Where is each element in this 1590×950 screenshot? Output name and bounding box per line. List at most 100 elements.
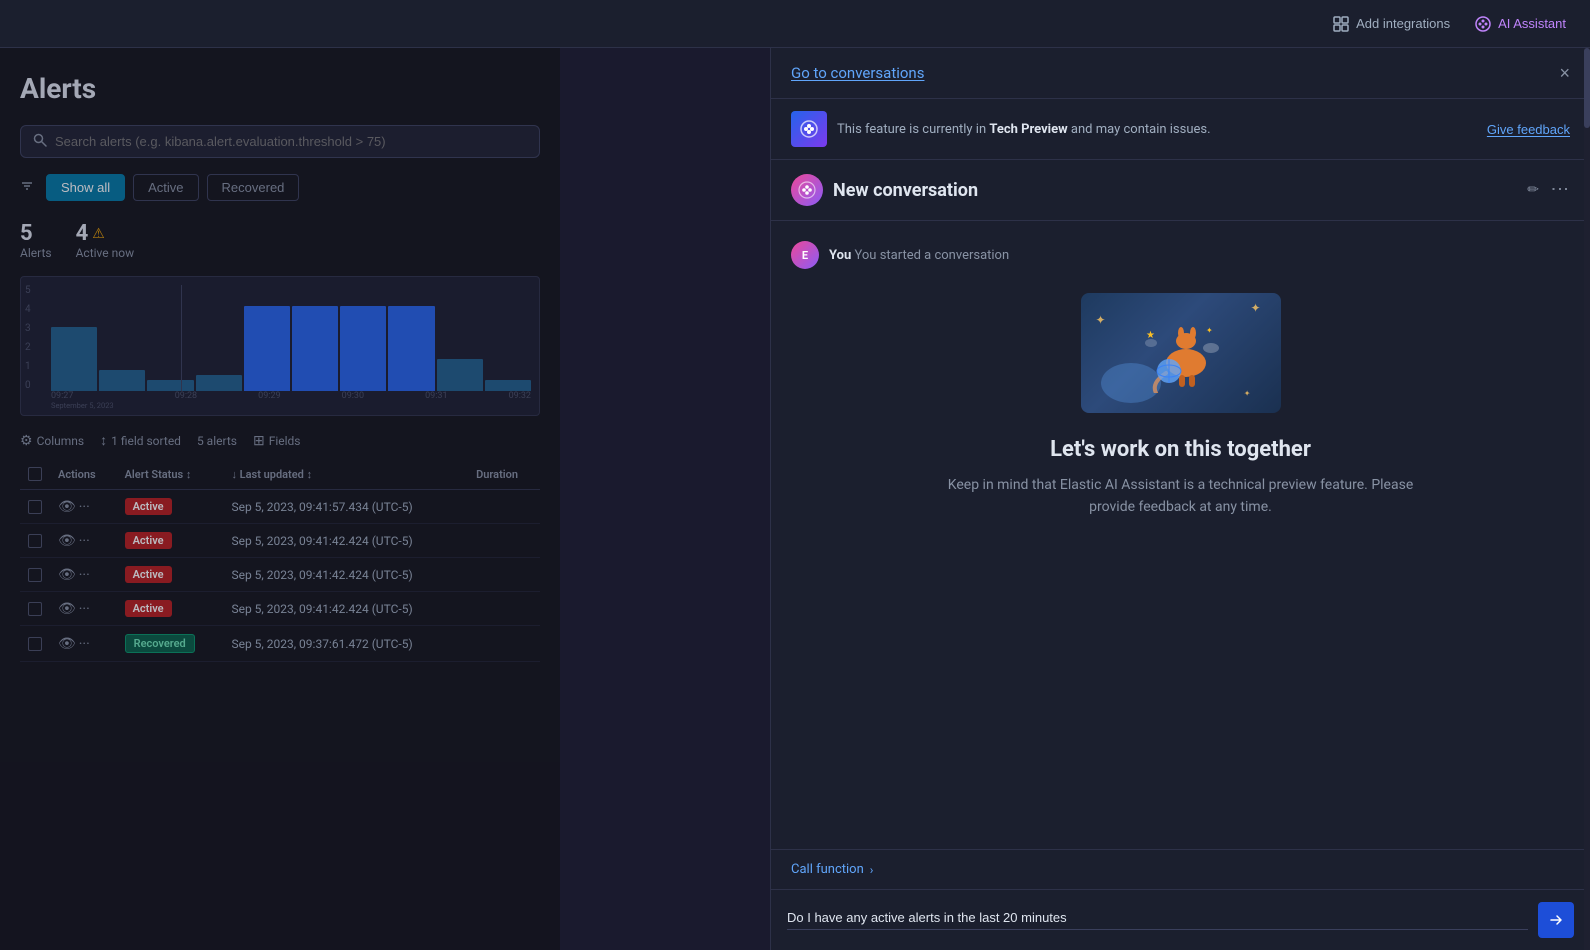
add-integrations-button[interactable]: Add integrations (1332, 15, 1450, 33)
eye-icon[interactable]: 👁 (58, 636, 76, 652)
chart-area: 543210 09:27September 5, 2023 09:2809:29… (20, 276, 540, 416)
tech-preview-banner: This feature is currently in Tech Previe… (771, 99, 1590, 160)
chart-x-labels: 09:27September 5, 2023 09:2809:2909:3009… (51, 391, 531, 411)
chart-bar (147, 380, 193, 391)
call-function-label: Call function (791, 862, 864, 877)
eye-icon[interactable]: 👁 (58, 601, 76, 617)
columns-control[interactable]: ⚙ Columns (20, 433, 84, 449)
alerts-main: Alerts Show all Active Recovered 5 Alert… (0, 48, 560, 950)
last-updated: Sep 5, 2023, 09:41:42.424 (UTC-5) (223, 524, 468, 558)
row-checkbox[interactable] (28, 637, 42, 651)
chart-bar-active (244, 306, 290, 391)
menu-icon[interactable]: ··· (79, 636, 90, 652)
search-bar[interactable] (20, 125, 540, 158)
eye-icon[interactable]: 👁 (58, 567, 76, 583)
warning-icon: ⚠ (92, 226, 105, 242)
search-input[interactable] (55, 134, 527, 149)
last-updated: Sep 5, 2023, 09:41:57.434 (UTC-5) (223, 490, 468, 524)
chat-input-row (771, 890, 1590, 950)
edit-icon[interactable]: ✏ (1527, 182, 1539, 198)
total-alerts-stat: 5 Alerts (20, 221, 52, 260)
banner-text: This feature is currently in Tech Previe… (837, 122, 1211, 137)
add-integrations-label: Add integrations (1356, 16, 1450, 31)
page-title: Alerts (20, 72, 540, 105)
tab-recovered[interactable]: Recovered (207, 174, 300, 201)
columns-icon: ⚙ (20, 433, 33, 449)
eye-icon[interactable]: 👁 (58, 533, 76, 549)
chat-input[interactable] (787, 910, 1528, 930)
row-checkbox[interactable] (28, 500, 42, 514)
col-status: Alert Status ↕ (117, 459, 224, 490)
total-count: 5 (20, 221, 52, 246)
row-checkbox[interactable] (28, 534, 42, 548)
menu-icon[interactable]: ··· (79, 567, 90, 583)
sort-control[interactable]: ↕ 1 field sorted (100, 432, 181, 449)
more-options-icon[interactable]: ⋮ (1549, 180, 1570, 200)
fields-control[interactable]: ⊞ Fields (253, 433, 301, 449)
last-updated: Sep 5, 2023, 09:41:42.424 (UTC-5) (223, 592, 468, 626)
menu-icon[interactable]: ··· (79, 601, 90, 617)
call-function-row[interactable]: Call function › (771, 850, 1590, 890)
welcome-illustration: ✦ ✦ ✦ ★ (1081, 293, 1281, 413)
active-count: 4 (76, 221, 89, 246)
ai-assistant-label: AI Assistant (1498, 16, 1566, 31)
ai-panel: Go to conversations × This feature is cu… (770, 48, 1590, 950)
tab-active[interactable]: Active (133, 174, 198, 201)
chart-bar-active (340, 306, 386, 391)
table-row: 👁 ··· Recovered Sep 5, 2023, 09:37:61.47… (20, 626, 540, 662)
ai-assistant-button[interactable]: AI Assistant (1474, 15, 1566, 33)
panel-content: E You You started a conversation ✦ ✦ ✦ (771, 221, 1590, 849)
table-row: 👁 ··· Active Sep 5, 2023, 09:41:42.424 (… (20, 524, 540, 558)
row-checkbox[interactable] (28, 602, 42, 616)
scroll-thumb[interactable] (1584, 48, 1590, 128)
table-controls: ⚙ Columns ↕ 1 field sorted 5 alerts ⊞ Fi… (20, 432, 540, 449)
star-decoration: ✦ (1244, 389, 1251, 398)
banner-content: This feature is currently in Tech Previe… (791, 111, 1211, 147)
banner-icon (791, 111, 827, 147)
table-row: 👁 ··· Active Sep 5, 2023, 09:41:42.424 (… (20, 592, 540, 626)
col-duration: Duration (468, 459, 540, 490)
chart-bar (196, 375, 242, 391)
last-updated: Sep 5, 2023, 09:37:61.472 (UTC-5) (223, 626, 468, 662)
chart-bar-active (388, 306, 434, 391)
tab-show-all[interactable]: Show all (46, 174, 125, 201)
close-button[interactable]: × (1559, 64, 1570, 82)
chevron-right-icon: › (870, 863, 874, 877)
last-updated: Sep 5, 2023, 09:41:42.424 (UTC-5) (223, 558, 468, 592)
go-to-conversations-link[interactable]: Go to conversations (791, 64, 924, 82)
alerts-count: 5 alerts (197, 434, 237, 448)
send-button[interactable] (1538, 902, 1574, 938)
give-feedback-button[interactable]: Give feedback (1487, 122, 1570, 137)
svg-text:✦: ✦ (1206, 326, 1213, 335)
ai-icon (1474, 15, 1492, 33)
col-actions: Actions (50, 459, 117, 490)
menu-icon[interactable]: ··· (79, 499, 90, 515)
chart-bar (51, 327, 97, 391)
col-checkbox (20, 459, 50, 490)
scroll-track (1584, 48, 1590, 950)
panel-footer: Call function › (771, 849, 1590, 950)
row-checkbox[interactable] (28, 568, 42, 582)
status-badge: Active (125, 498, 172, 515)
topbar: Add integrations AI Assistant (0, 0, 1590, 48)
panel-header: Go to conversations × (771, 48, 1590, 99)
table-row: 👁 ··· Active Sep 5, 2023, 09:41:57.434 (… (20, 490, 540, 524)
status-badge: Recovered (125, 634, 195, 653)
chart-bar-active (292, 306, 338, 391)
status-badge: Active (125, 566, 172, 583)
welcome-title: Let's work on this together (1050, 437, 1311, 462)
sort-icon: ↕ (100, 432, 107, 449)
menu-icon[interactable]: ··· (79, 533, 90, 549)
duration (468, 592, 540, 626)
chart-bars (51, 285, 531, 391)
fields-icon: ⊞ (253, 433, 265, 449)
chart-divider (181, 285, 182, 391)
filter-tabs: Show all Active Recovered (20, 174, 540, 201)
chart-bar (437, 359, 483, 391)
conversation-start: E You You started a conversation (791, 241, 1570, 269)
eye-icon[interactable]: 👁 (58, 499, 76, 515)
illustration-bg (1101, 363, 1161, 403)
stats-row: 5 Alerts 4 ⚠ Active now (20, 221, 540, 260)
duration (468, 626, 540, 662)
active-label: Active now (76, 246, 135, 260)
